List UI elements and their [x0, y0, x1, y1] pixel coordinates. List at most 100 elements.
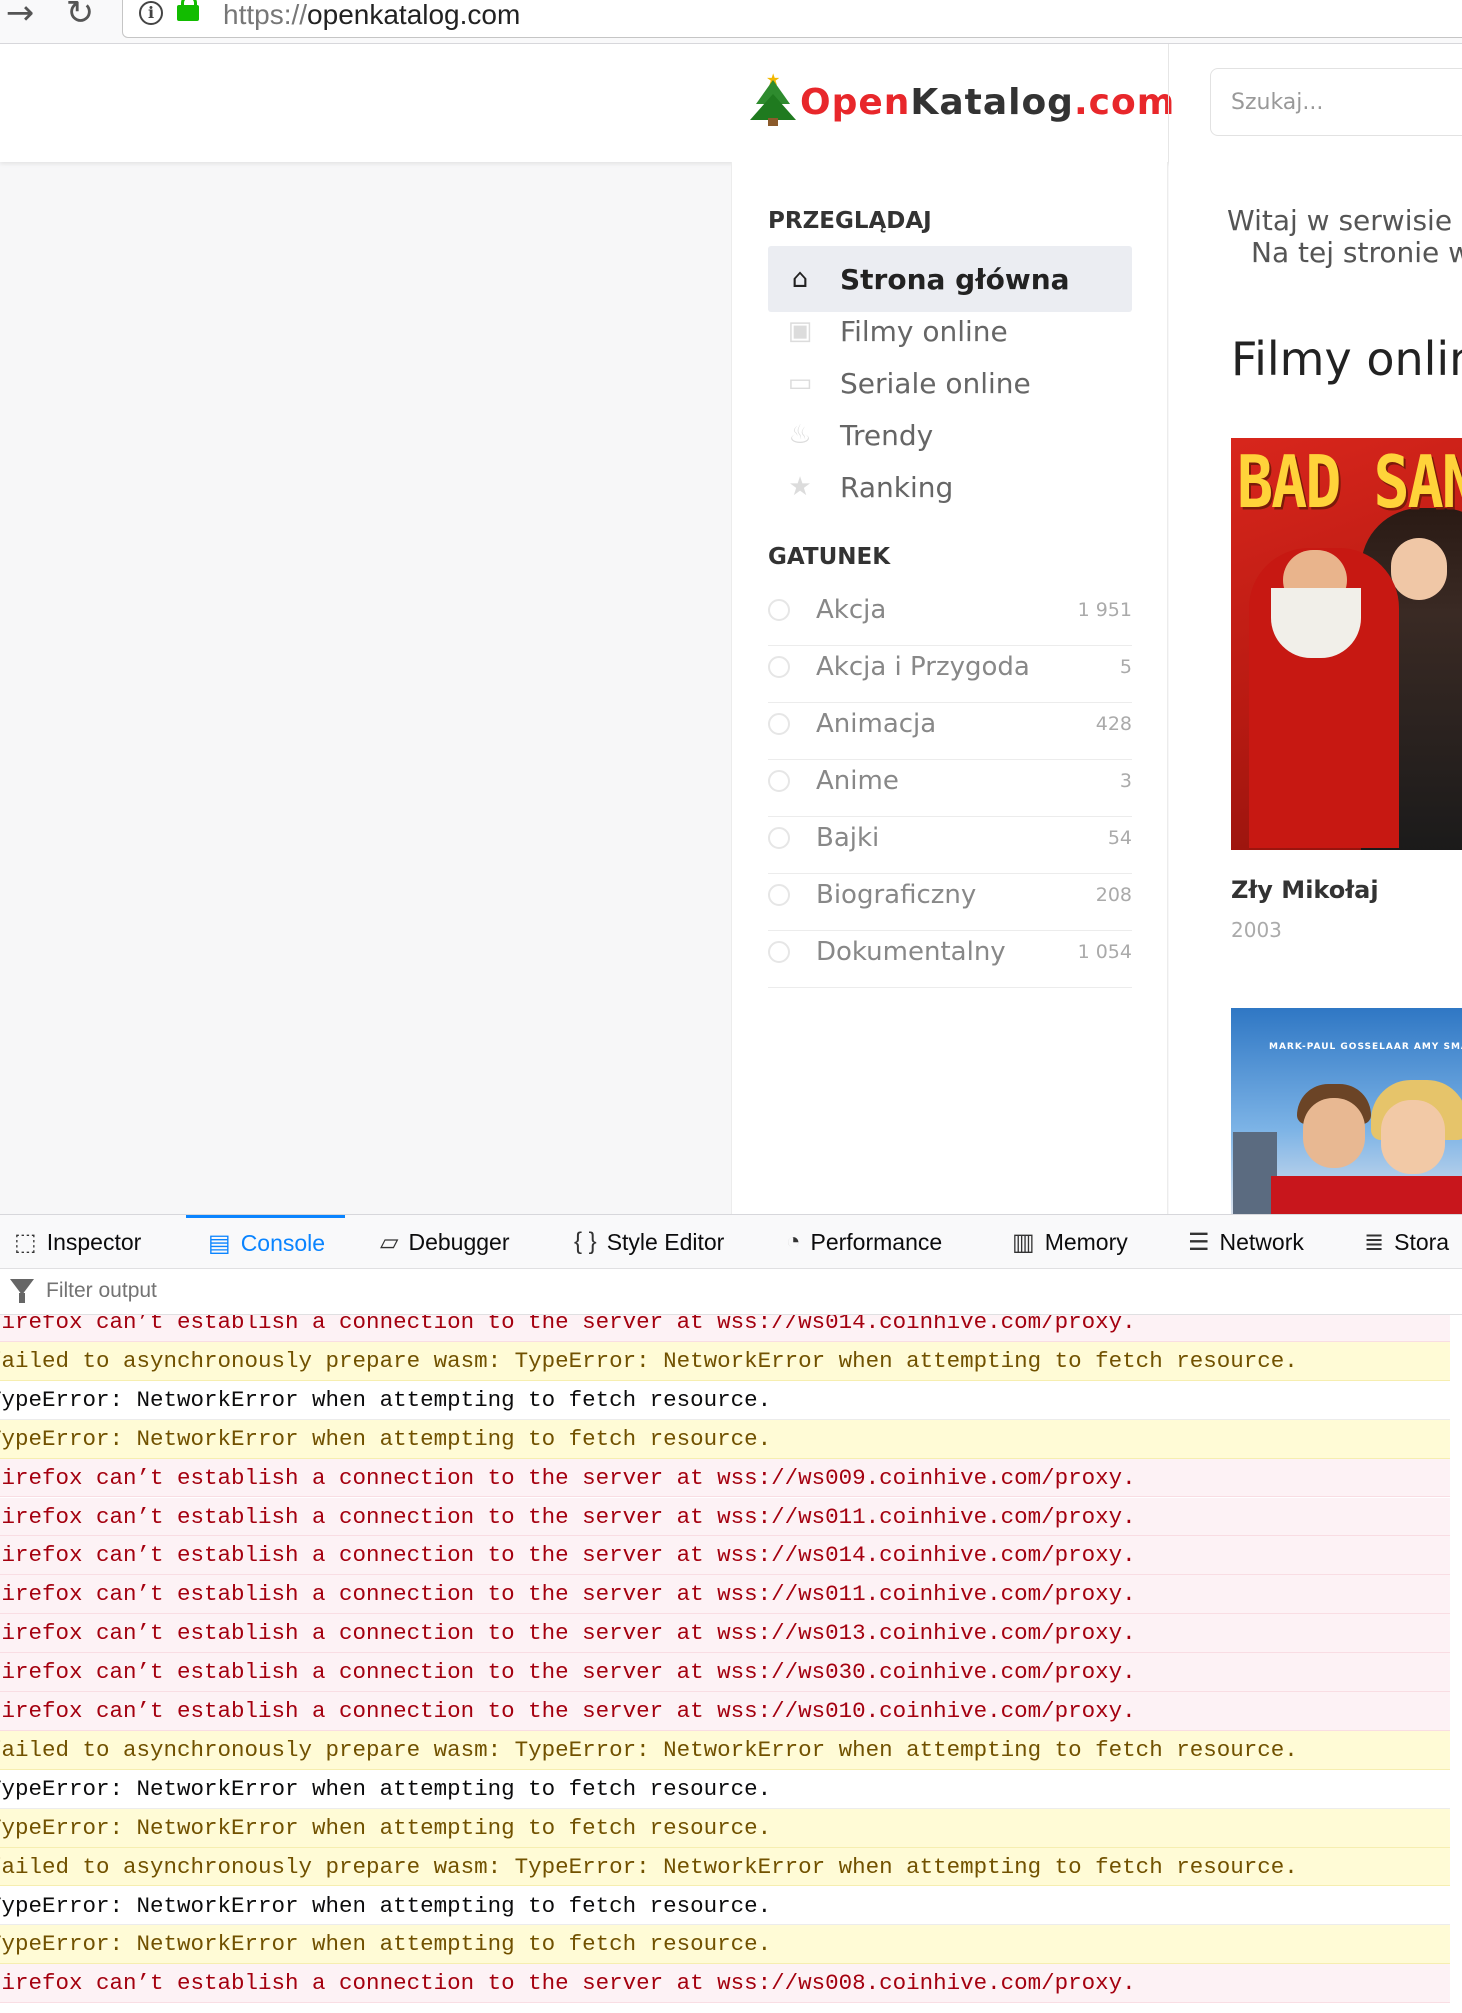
main-content: Witaj w serwisie O Na tej stronie ws Fil… [1169, 162, 1462, 1214]
tab-network[interactable]: ☰ Network [1188, 1215, 1304, 1269]
style-editor-icon: { } [574, 1228, 597, 1255]
devtools-tabbar: ⬚ Inspector ▤ Console ▱ Debugger { } Style E… [0, 1215, 1462, 1269]
genre-section-title: GATUNEK [768, 544, 891, 570]
console-message[interactable]: Firefox can’t establish a connection to … [0, 1497, 1450, 1537]
genre-name: Akcja i Przygoda [816, 651, 1030, 682]
memory-icon: ▥ [1012, 1228, 1035, 1256]
radio-icon[interactable] [768, 826, 790, 849]
console-message[interactable]: TypeError: NetworkError when attempting … [0, 1808, 1450, 1848]
site-header: ★ OpenKatalog.com [0, 44, 1462, 162]
fire-icon: ♨ [788, 420, 812, 450]
site-logo[interactable]: ★ OpenKatalog.com [750, 70, 1176, 128]
lock-icon[interactable] [177, 0, 199, 21]
console-icon: ▤ [208, 1230, 231, 1257]
console-message[interactable]: failed to asynchronously prepare wasm: T… [0, 1341, 1450, 1381]
nav-item-ranking[interactable]: ★ Ranking [768, 454, 1132, 520]
console-message[interactable]: Firefox can’t establish a connection to … [0, 1536, 1450, 1576]
radio-icon[interactable] [768, 940, 790, 963]
genre-count: 1 951 [1077, 598, 1132, 621]
radio-icon[interactable] [768, 883, 790, 906]
address-bar[interactable]: i https://openkatalog.com [122, 0, 1462, 38]
nav-label: Ranking [840, 470, 954, 504]
tab-performance[interactable]: ◔ Performance [786, 1215, 942, 1269]
genre-name: Animacja [816, 708, 937, 739]
genre-count: 3 [1119, 769, 1132, 792]
tab-memory[interactable]: ▥ Memory [1012, 1215, 1128, 1269]
genre-name: Anime [816, 765, 899, 796]
url-host: openkatalog.com [307, 0, 521, 30]
genre-count: 1 054 [1077, 940, 1132, 963]
nav-label: Filmy online [840, 314, 1008, 348]
radio-icon[interactable] [768, 598, 790, 621]
console-message[interactable]: TypeError: NetworkError when attempting … [0, 1769, 1450, 1809]
genre-count: 208 [1095, 883, 1132, 906]
inspector-icon: ⬚ [14, 1228, 37, 1256]
sidebar: PRZEGLĄDAJ ⌂ Strona główna ▣ Filmy onlin… [731, 162, 1168, 1214]
console-message[interactable]: TypeError: NetworkError when attempting … [0, 1380, 1450, 1420]
section-title: Filmy onlin [1231, 332, 1462, 386]
genre-name: Bajki [816, 822, 880, 853]
console-message[interactable]: Firefox can’t establish a connection to … [0, 1315, 1450, 1342]
performance-icon: ◔ [786, 1228, 801, 1255]
video-camera-icon: ▣ [787, 316, 813, 346]
movie-year: 2003 [1231, 918, 1282, 942]
site-info-icon[interactable]: i [139, 1, 163, 25]
console-message[interactable]: Firefox can’t establish a connection to … [0, 1692, 1450, 1731]
tab-debugger[interactable]: ▱ Debugger [380, 1215, 510, 1269]
tv-icon: ▭ [787, 368, 813, 398]
genre-count: 428 [1095, 712, 1132, 735]
console-message[interactable]: TypeError: NetworkError when attempting … [0, 1925, 1450, 1965]
storage-icon: ≣ [1364, 1228, 1385, 1256]
console-output[interactable]: Firefox can’t establish a connection to … [0, 1315, 1462, 2013]
nav-label: Seriale online [840, 366, 1031, 400]
tab-inspector[interactable]: ⬚ Inspector [14, 1215, 141, 1269]
console-message[interactable]: TypeError: NetworkError when attempting … [0, 1419, 1450, 1459]
movie-poster[interactable]: BAD SANT [1231, 438, 1462, 850]
debugger-icon: ▱ [380, 1228, 399, 1256]
console-message[interactable]: failed to asynchronously prepare wasm: T… [0, 1847, 1450, 1887]
genre-item[interactable]: Dokumentalny 1 054 [768, 916, 1132, 988]
poster-credits-text: MARK-PAUL GOSSELAAR AMY SMA [1269, 1042, 1462, 1052]
network-icon: ☰ [1188, 1228, 1210, 1256]
movie-poster[interactable]: MARK-PAUL GOSSELAAR AMY SMA [1231, 1008, 1462, 1214]
welcome-text: Witaj w serwisie O [1227, 204, 1462, 237]
radio-icon[interactable] [768, 712, 790, 735]
nav-label: Strona główna [840, 262, 1070, 296]
search-input[interactable] [1210, 68, 1462, 136]
console-message[interactable]: Firefox can’t establish a connection to … [0, 1964, 1450, 2004]
filter-input[interactable] [46, 1275, 646, 1307]
poster-title-text: BAD SANT [1237, 441, 1462, 525]
console-filter-bar [0, 1269, 1462, 1315]
tab-storage[interactable]: ≣ Stora [1364, 1215, 1449, 1269]
reload-icon[interactable]: ↻ [60, 0, 100, 30]
genre-count: 54 [1107, 826, 1132, 849]
genre-name: Dokumentalny [816, 936, 1006, 967]
home-icon: ⌂ [791, 264, 809, 294]
tab-style-editor[interactable]: { } Style Editor [574, 1215, 724, 1269]
welcome-subtext: Na tej stronie ws [1251, 236, 1462, 269]
movie-title[interactable]: Zły Mikołaj [1231, 876, 1379, 904]
radio-icon[interactable] [768, 769, 790, 792]
web-page: ★ OpenKatalog.com PRZEGLĄDAJ ⌂ Strona gł… [0, 44, 1462, 1214]
filter-icon [10, 1279, 34, 1303]
console-message[interactable]: Firefox can’t establish a connection to … [0, 1653, 1450, 1692]
console-message[interactable]: Firefox can’t establish a connection to … [0, 1458, 1450, 1498]
nav-label: Trendy [840, 418, 934, 452]
genre-name: Akcja [816, 594, 887, 625]
header-divider [1168, 44, 1169, 162]
back-arrow-icon[interactable]: → [0, 0, 40, 30]
christmas-tree-icon: ★ [750, 70, 796, 128]
star-icon: ★ [788, 472, 812, 502]
tab-console[interactable]: ▤ Console [186, 1215, 346, 1269]
genre-count: 5 [1119, 655, 1132, 678]
devtools-panel: ⬚ Inspector ▤ Console ▱ Debugger { } Style E… [0, 1214, 1462, 2012]
url-text[interactable]: https://openkatalog.com [223, 0, 520, 31]
logo-text: OpenKatalog.com [800, 81, 1176, 123]
radio-icon[interactable] [768, 655, 790, 678]
console-message[interactable]: failed to asynchronously prepare wasm: T… [0, 1730, 1450, 1770]
console-message[interactable]: TypeError: NetworkError when attempting … [0, 1886, 1450, 1926]
url-scheme: https:// [223, 0, 308, 30]
console-message[interactable]: Firefox can’t establish a connection to … [0, 1575, 1450, 1615]
browser-toolbar: → ↻ i https://openkatalog.com [0, 0, 1462, 44]
console-message[interactable]: Firefox can’t establish a connection to … [0, 1614, 1450, 1654]
